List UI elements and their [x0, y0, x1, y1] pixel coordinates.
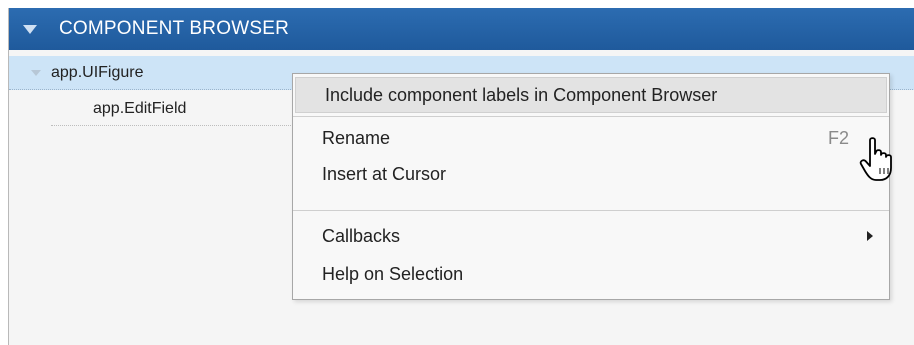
menu-separator: [293, 116, 889, 117]
menu-item-label: Rename: [322, 127, 391, 148]
menu-item-label: Callbacks: [322, 225, 401, 246]
menu-item-insert-at-cursor[interactable]: Insert at Cursor: [293, 156, 889, 192]
menu-item-label: Help on Selection: [322, 263, 464, 284]
context-menu: Include component labels in Component Br…: [292, 73, 890, 300]
hand-pointer-icon: [859, 137, 892, 181]
shortcut-label: F2: [827, 127, 849, 148]
menu-item-rename[interactable]: Rename F2: [293, 120, 889, 156]
menu-separator: [293, 210, 889, 211]
collapse-arrow-icon[interactable]: [23, 24, 37, 34]
submenu-arrow-icon: [867, 231, 873, 241]
tree-item-label: app.UIFigure: [51, 63, 144, 81]
menu-item-help-on-selection[interactable]: Help on Selection: [293, 256, 889, 292]
menu-item-label: Insert at Cursor: [322, 163, 447, 184]
tree-item-label: app.EditField: [93, 99, 187, 117]
menu-item-callbacks[interactable]: Callbacks: [293, 218, 889, 254]
menu-item-include-labels[interactable]: Include component labels in Component Br…: [295, 77, 887, 113]
expand-arrow-icon[interactable]: [31, 69, 41, 76]
panel-title: COMPONENT BROWSER: [59, 18, 290, 39]
panel-header[interactable]: COMPONENT BROWSER: [9, 8, 914, 50]
menu-item-label: Include component labels in Component Br…: [325, 84, 718, 105]
